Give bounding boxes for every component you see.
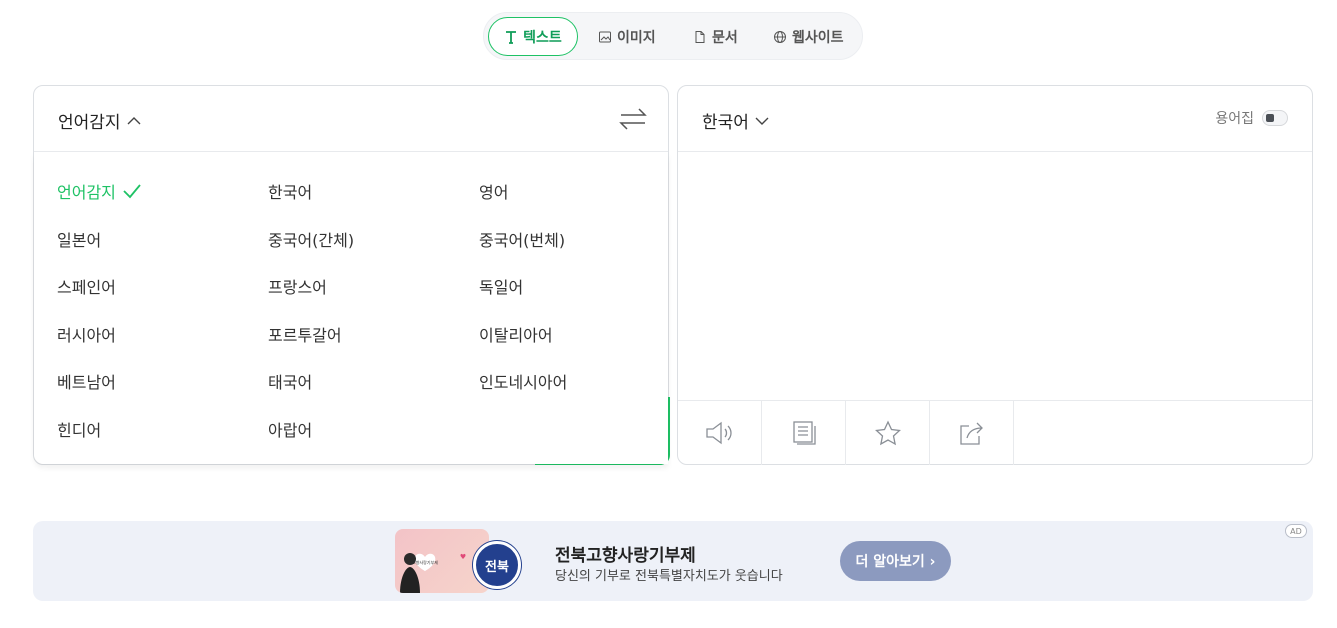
copy-icon xyxy=(792,421,816,445)
source-panel: 언어감지 언어감지 한국어 영어 일본어 중국어(간체) 중국어(번체) 스페인… xyxy=(33,85,670,465)
copy-button[interactable] xyxy=(762,401,846,465)
swap-icon xyxy=(619,108,647,130)
ad-subtitle: 당신의 기부로 전북특별자치도가 웃습니다 xyxy=(555,569,783,584)
ad-seal-text: 전북 xyxy=(485,559,509,575)
svg-text:고향사랑기부제: 고향사랑기부제 xyxy=(412,559,438,565)
target-language-select[interactable]: 한국어 xyxy=(702,108,769,133)
lang-option-label: 중국어(간체) xyxy=(268,231,355,250)
lang-option-japanese[interactable]: 일본어 xyxy=(57,227,101,251)
toggle-knob xyxy=(1266,114,1274,122)
mode-tabs: 텍스트 이미지 문서 웹사이트 xyxy=(483,12,863,60)
lang-option-label: 아랍어 xyxy=(268,421,313,440)
lang-option-english[interactable]: 영어 xyxy=(479,179,508,203)
ad-learn-more-button[interactable]: 더 알아보기 › xyxy=(840,541,951,581)
source-language-dropdown: 언어감지 한국어 영어 일본어 중국어(간체) 중국어(번체) 스페인어 프랑스… xyxy=(34,152,668,464)
lang-option-indonesian[interactable]: 인도네시아어 xyxy=(479,369,567,393)
lang-option-hindi[interactable]: 힌디어 xyxy=(57,417,101,441)
document-icon xyxy=(695,30,705,43)
target-panel: 한국어 용어집 xyxy=(677,85,1313,465)
lang-option-label: 중국어(번체) xyxy=(479,231,566,250)
chevron-up-icon xyxy=(127,116,141,124)
swap-languages-button[interactable] xyxy=(618,106,648,132)
lang-option-label: 한국어 xyxy=(268,183,313,202)
lang-option-label: 포르투갈어 xyxy=(268,326,342,345)
listen-button[interactable] xyxy=(678,401,762,465)
speaker-icon xyxy=(705,421,732,445)
tab-image-label: 이미지 xyxy=(617,29,656,46)
lang-option-spanish[interactable]: 스페인어 xyxy=(57,274,116,298)
ad-seal-logo: 전북 xyxy=(473,541,521,589)
lang-option-russian[interactable]: 러시아어 xyxy=(57,322,116,346)
glossary-switch[interactable] xyxy=(1262,110,1288,126)
lang-option-chinese-simplified[interactable]: 중국어(간체) xyxy=(268,227,354,251)
lang-option-korean[interactable]: 한국어 xyxy=(268,179,312,203)
lang-option-label: 언어감지 xyxy=(57,183,116,202)
lang-option-label: 태국어 xyxy=(268,373,313,392)
lang-option-thai[interactable]: 태국어 xyxy=(268,369,312,393)
lang-option-chinese-traditional[interactable]: 중국어(번체) xyxy=(479,227,565,251)
lang-option-vietnamese[interactable]: 베트남어 xyxy=(57,369,116,393)
tab-text-label: 텍스트 xyxy=(523,29,562,46)
lang-option-label: 독일어 xyxy=(479,278,524,297)
lang-option-label: 이탈리아어 xyxy=(479,326,553,345)
favorite-button[interactable] xyxy=(846,401,930,465)
ad-banner[interactable]: 고향사랑기부제 ♥ 전북 전북고향사랑기부제 당신의 기부로 전북특별자치도가 … xyxy=(33,521,1313,601)
result-toolbar xyxy=(678,400,1312,465)
tab-website-label: 웹사이트 xyxy=(792,29,844,46)
lang-option-label: 러시아어 xyxy=(57,326,116,345)
tab-image[interactable]: 이미지 xyxy=(598,17,656,56)
chevron-down-icon xyxy=(755,117,769,125)
tab-website[interactable]: 웹사이트 xyxy=(773,17,844,56)
lang-option-label: 스페인어 xyxy=(57,278,116,297)
ad-title: 전북고향사랑기부제 xyxy=(555,546,696,566)
lang-option-label: 프랑스어 xyxy=(268,278,327,297)
lang-option-label: 인도네시아어 xyxy=(479,373,568,392)
tab-document-label: 문서 xyxy=(712,29,738,46)
svg-text:♥: ♥ xyxy=(460,553,466,561)
tab-text[interactable]: 텍스트 xyxy=(488,17,578,56)
lang-option-label: 베트남어 xyxy=(57,373,116,392)
lang-option-label: 일본어 xyxy=(57,231,102,250)
lang-option-label: 힌디어 xyxy=(57,421,102,440)
lang-option-label: 영어 xyxy=(479,183,509,202)
lang-option-arabic[interactable]: 아랍어 xyxy=(268,417,312,441)
globe-icon xyxy=(774,30,786,43)
target-language-label: 한국어 xyxy=(702,113,749,133)
target-panel-header: 한국어 용어집 xyxy=(678,86,1312,152)
lang-option-german[interactable]: 독일어 xyxy=(479,274,523,298)
glossary-toggle[interactable]: 용어집 xyxy=(1215,108,1288,128)
tab-document[interactable]: 문서 xyxy=(693,17,738,56)
source-language-label: 언어감지 xyxy=(58,113,121,133)
lang-option-french[interactable]: 프랑스어 xyxy=(268,274,327,298)
lang-option-portuguese[interactable]: 포르투갈어 xyxy=(268,322,342,346)
share-icon xyxy=(959,422,983,445)
source-panel-header: 언어감지 xyxy=(34,86,668,152)
lang-option-auto[interactable]: 언어감지 xyxy=(57,179,142,203)
star-icon xyxy=(874,420,901,446)
source-language-select[interactable]: 언어감지 xyxy=(58,108,141,133)
image-icon xyxy=(599,31,611,42)
ad-badge[interactable]: AD xyxy=(1285,524,1307,538)
glossary-label: 용어집 xyxy=(1215,111,1254,127)
check-icon xyxy=(123,184,141,199)
lang-option-italian[interactable]: 이탈리아어 xyxy=(479,322,553,346)
share-button[interactable] xyxy=(930,401,1014,465)
text-icon xyxy=(506,30,517,44)
